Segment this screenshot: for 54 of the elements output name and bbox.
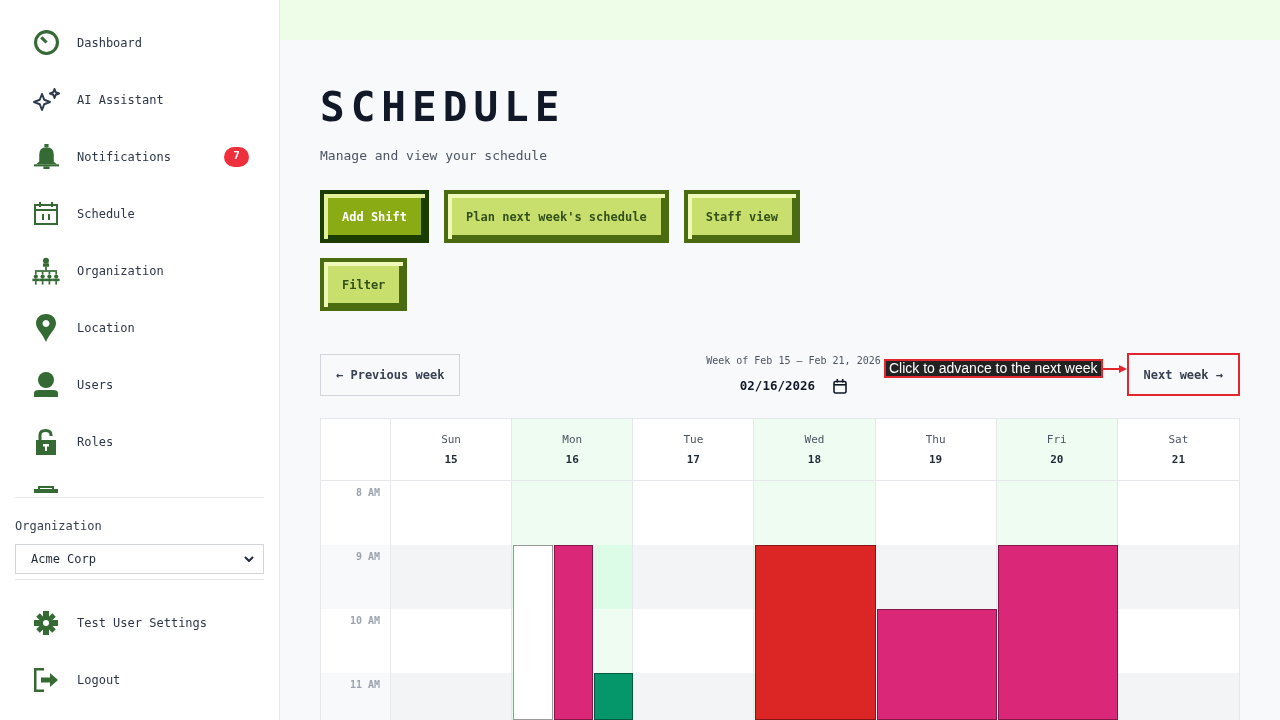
sidebar-link[interactable]: Test User Settings [32, 610, 208, 635]
date-label: 15 [444, 453, 458, 466]
action-button[interactable]: Filter [320, 258, 408, 311]
map-pin-icon [36, 313, 56, 342]
sidebar-link[interactable]: Notifications [32, 144, 171, 169]
date-label: 17 [686, 453, 700, 466]
weekday-label: Sun [441, 433, 461, 446]
sidebar-link[interactable]: Users [32, 372, 114, 397]
weekday-label: Tue [683, 433, 704, 446]
date-label: 19 [929, 453, 943, 466]
date-label: 16 [565, 453, 579, 466]
sidebar-link[interactable]: Schedule [32, 202, 135, 225]
weekday-label: Sat [1168, 433, 1189, 446]
organization-select[interactable]: Acme Corp [15, 544, 264, 574]
annotation-arrow [1102, 363, 1127, 374]
calendar-icon [833, 378, 848, 394]
time-label: 8 AM [355, 487, 380, 500]
sidebar-link[interactable]: Logout [32, 667, 121, 692]
user-icon [34, 372, 58, 397]
calendar-icon [34, 202, 58, 225]
previous-week-button[interactable]: ← Previous week [320, 354, 461, 396]
sidebar-link[interactable]: AI Assistant [32, 88, 164, 111]
sidebar-link[interactable]: Dashboard [32, 30, 143, 55]
sidebar-link[interactable]: Location [32, 313, 135, 342]
date-label: 18 [807, 453, 822, 466]
sparkles-icon [32, 88, 60, 111]
action-button[interactable]: Staff view [683, 190, 800, 243]
bell-icon [33, 144, 59, 169]
gauge-icon [33, 30, 59, 55]
weekday-label: Fri [1046, 433, 1067, 446]
date-label: 21 [1171, 453, 1186, 466]
week-range-label: Week of Feb 15 – Feb 21, 2026 [706, 355, 881, 367]
time-label: 10 AM [349, 615, 380, 628]
sidebar-link[interactable]: Organization [32, 254, 164, 287]
weekday-label: Wed [804, 433, 825, 446]
annotation-tooltip: Click to advance to the next week [883, 359, 1103, 378]
page-title: SCHEDULE [320, 87, 566, 128]
open-padlock-icon [36, 428, 56, 455]
notification-count-badge: 7 [224, 146, 249, 167]
settings-icon [34, 610, 58, 635]
organization-label: Organization [15, 518, 103, 534]
weekday-label: Mon [562, 433, 583, 446]
briefcase-icon [34, 486, 58, 493]
weekday-label: Thu [925, 433, 946, 446]
time-label: 9 AM [355, 551, 380, 564]
time-label: 11 AM [349, 679, 380, 692]
date-field[interactable]: 02/16/2026 [739, 376, 848, 396]
page-subtitle: Manage and view your schedule [320, 147, 547, 165]
next-week-button[interactable]: Next week → [1126, 353, 1240, 396]
action-button[interactable]: Plan next week's schedule [444, 190, 669, 243]
chevron-down-icon [244, 556, 254, 562]
date-label: 20 [1050, 453, 1064, 466]
logout-icon [34, 667, 58, 692]
sidebar-link[interactable]: Roles [32, 428, 114, 455]
